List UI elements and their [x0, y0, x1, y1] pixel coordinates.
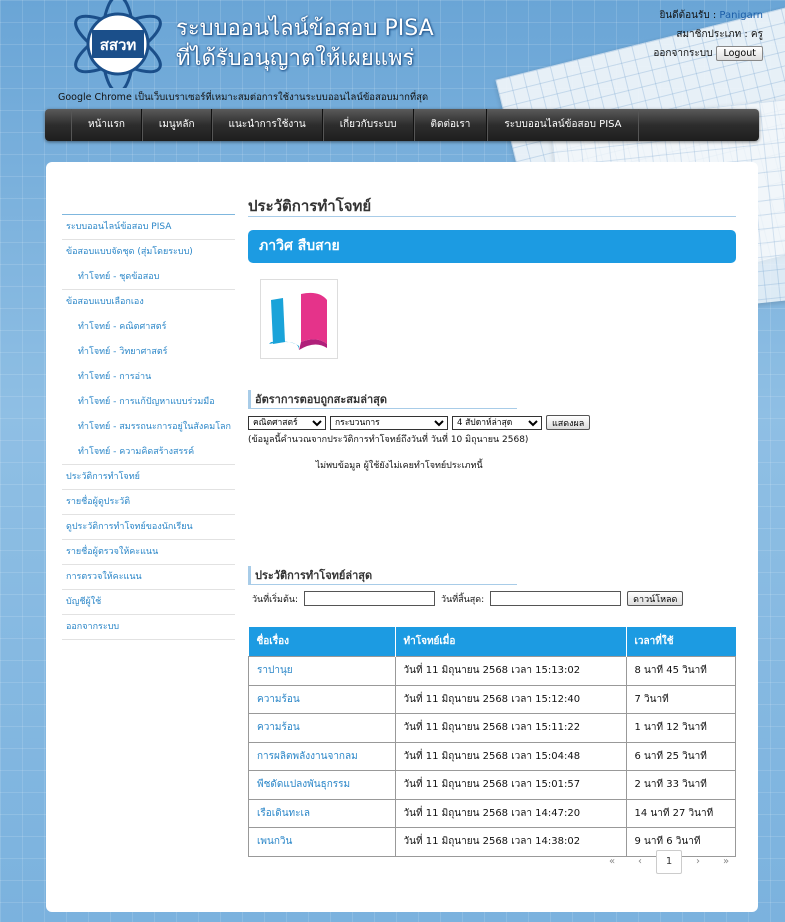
column-header-topic[interactable]: ชื่อเรื่อง — [248, 627, 396, 657]
history-table: ชื่อเรื่อง ทำโจทย์เมื่อ เวลาที่ใช้ ราปาน… — [248, 627, 736, 857]
user-box: ยินดีต้อนรับ : Panigarn สมาชิกประเภท : ค… — [653, 6, 763, 63]
pagination: « ‹ 1 › » — [600, 850, 738, 874]
start-date-input[interactable] — [304, 591, 436, 606]
sidebar-item-do-set[interactable]: ทำโจทย์ - ชุดข้อสอบ — [62, 264, 235, 289]
row-date: วันที่ 11 มิถุนายน 2568 เวลา 15:13:02 — [394, 656, 627, 686]
table-row: พืชดัดแปลงพันธุกรรม วันที่ 11 มิถุนายน 2… — [248, 770, 736, 800]
table-header-row: ชื่อเรื่อง ทำโจทย์เมื่อ เวลาที่ใช้ — [248, 627, 736, 657]
table-row: การผลิตพลังงานจากลม วันที่ 11 มิถุนายน 2… — [248, 741, 736, 771]
row-date: วันที่ 11 มิถุนายน 2568 เวลา 15:01:57 — [394, 770, 627, 800]
page-title: ประวัติการทำโจทย์ — [248, 194, 736, 217]
nav-main-menu[interactable]: เมนูหลัก — [141, 109, 212, 141]
row-duration: 14 นาที 27 วินาที — [625, 798, 736, 828]
history-section: ประวัติการทำโจทย์ล่าสุด วันที่เริ่มต้น: … — [248, 566, 684, 606]
row-topic-link[interactable]: ราปานุย — [248, 656, 396, 686]
accuracy-filters: คณิตศาสตร์ กระบวนการ 4 สัปดาห์ล่าสุด แสด… — [248, 415, 591, 430]
book-logo-icon — [260, 279, 338, 359]
show-result-button[interactable]: แสดงผล — [546, 415, 591, 430]
download-button[interactable]: ดาวน์โหลด — [627, 591, 684, 606]
svg-text:สสวท: สสวท — [100, 36, 137, 54]
site-header: สสวท ระบบออนไลน์ข้อสอบ PISA ที่ได้รับอนุ… — [0, 0, 785, 108]
date-range-row: วันที่เริ่มต้น: วันที่สิ้นสุด: ดาวน์โหลด — [248, 591, 684, 606]
calculation-note: (ข้อมูลนี้คำนวณจากประวัติการทำโจทย์ถึงวั… — [248, 435, 529, 445]
table-row: ความร้อน วันที่ 11 มิถุนายน 2568 เวลา 15… — [248, 684, 736, 714]
table-row: ราปานุย วันที่ 11 มิถุนายน 2568 เวลา 15:… — [248, 656, 736, 686]
row-topic-link[interactable]: พืชดัดแปลงพันธุกรรม — [248, 770, 396, 800]
end-date-input[interactable] — [490, 591, 622, 606]
site-title-line1: ระบบออนไลน์ข้อสอบ PISA — [176, 16, 434, 41]
sidebar: ระบบออนไลน์ข้อสอบ PISA ข้อสอบแบบจัดชุด (… — [62, 214, 235, 640]
table-row: ความร้อน วันที่ 11 มิถุนายน 2568 เวลา 15… — [248, 713, 736, 743]
sidebar-item-history[interactable]: ประวัติการทำโจทย์ — [62, 464, 235, 489]
row-topic-link[interactable]: ความร้อน — [248, 684, 396, 714]
username[interactable]: Panigarn — [719, 10, 763, 21]
row-date: วันที่ 11 มิถุนายน 2568 เวลา 14:38:02 — [394, 827, 627, 857]
sidebar-item-creative-thinking[interactable]: ทำโจทย์ - ความคิดสร้างสรรค์ — [62, 439, 235, 464]
ipst-logo[interactable]: สสวท — [66, 0, 170, 88]
site-title-line2: ที่ได้รับอนุญาตให้เผยแพร่ — [176, 46, 415, 71]
row-topic-link[interactable]: เรือเดินทะเล — [248, 798, 396, 828]
browser-note: Google Chrome เป็นเว็บเบราเซอร์ที่เหมาะส… — [58, 92, 429, 103]
nav-contact[interactable]: ติดต่อเรา — [413, 109, 488, 141]
process-select[interactable]: กระบวนการ — [330, 415, 448, 430]
nav-about[interactable]: เกี่ยวกับระบบ — [322, 109, 414, 141]
nav-guide[interactable]: แนะนำการใช้งาน — [211, 109, 323, 141]
column-header-date[interactable]: ทำโจทย์เมื่อ — [395, 627, 627, 657]
table-row: เรือเดินทะเล วันที่ 11 มิถุนายน 2568 เวล… — [248, 798, 736, 828]
row-duration: 8 นาที 45 วินาที — [625, 656, 736, 686]
row-topic-link[interactable]: ความร้อน — [248, 713, 396, 743]
sidebar-item-science[interactable]: ทำโจทย์ - วิทยาศาสตร์ — [62, 339, 235, 364]
pager-prev[interactable]: ‹ — [628, 851, 652, 873]
end-date-label: วันที่สิ้นสุด: — [441, 594, 485, 605]
nav-home[interactable]: หน้าแรก — [71, 109, 142, 141]
pager-current-page[interactable]: 1 — [656, 850, 682, 874]
logout-button[interactable]: Logout — [716, 46, 763, 61]
sidebar-item-math[interactable]: ทำโจทย์ - คณิตศาสตร์ — [62, 314, 235, 339]
row-duration: 6 นาที 25 วินาที — [625, 741, 736, 771]
welcome-label: ยินดีต้อนรับ : — [659, 10, 717, 21]
start-date-label: วันที่เริ่มต้น: — [252, 594, 299, 605]
column-header-duration[interactable]: เวลาที่ใช้ — [626, 627, 736, 657]
site-title: ระบบออนไลน์ข้อสอบ PISA ที่ได้รับอนุญาตให… — [176, 14, 434, 74]
pager-last[interactable]: » — [714, 851, 738, 873]
row-topic-link[interactable]: เพนกวิน — [248, 827, 396, 857]
row-date: วันที่ 11 มิถุนายน 2568 เวลา 15:12:40 — [394, 684, 627, 714]
sidebar-item-graders[interactable]: รายชื่อผู้ตรวจให้คะแนน — [62, 539, 235, 564]
period-select[interactable]: 4 สัปดาห์ล่าสุด — [452, 415, 542, 430]
history-section-title: ประวัติการทำโจทย์ล่าสุด — [248, 566, 517, 585]
row-date: วันที่ 11 มิถุนายน 2568 เวลา 15:04:48 — [394, 741, 627, 771]
pager-next[interactable]: › — [686, 851, 710, 873]
accuracy-section-title: อัตราการตอบถูกสะสมล่าสุด — [248, 390, 517, 409]
row-duration: 2 นาที 33 วินาที — [625, 770, 736, 800]
member-type: สมาชิกประเภท : ครู — [676, 29, 763, 40]
sidebar-item-random-set[interactable]: ข้อสอบแบบจัดชุด (สุ่มโดยระบบ) — [62, 239, 235, 264]
row-duration: 1 นาที 12 วินาที — [625, 713, 736, 743]
sidebar-item-student-history[interactable]: ดูประวัติการทำโจทย์ของนักเรียน — [62, 514, 235, 539]
sidebar-item-viewers[interactable]: รายชื่อผู้ดูประวัติ — [62, 489, 235, 514]
sidebar-item-logout[interactable]: ออกจากระบบ — [62, 614, 235, 640]
sidebar-item-global-competence[interactable]: ทำโจทย์ - สมรรถนะการอยู่ในสังคมโลก — [62, 414, 235, 439]
sidebar-item-grading[interactable]: การตรวจให้คะแนน — [62, 564, 235, 589]
subject-select[interactable]: คณิตศาสตร์ — [248, 415, 326, 430]
sidebar-item-reading[interactable]: ทำโจทย์ - การอ่าน — [62, 364, 235, 389]
main-content: ประวัติการทำโจทย์ ภาวิศ สืบสาย อัตราการต… — [248, 194, 736, 874]
logout-label: ออกจากระบบ — [653, 48, 713, 59]
sidebar-item-collab-problem[interactable]: ทำโจทย์ - การแก้ปัญหาแบบร่วมมือ — [62, 389, 235, 414]
sidebar-item-pisa-system[interactable]: ระบบออนไลน์ข้อสอบ PISA — [62, 214, 235, 239]
sidebar-item-account[interactable]: บัญชีผู้ใช้ — [62, 589, 235, 614]
no-data-message: ไม่พบข้อมูล ผู้ใช้ยังไม่เคยทำโจทย์ประเภท… — [315, 461, 483, 471]
student-name-bar: ภาวิศ สืบสาย — [248, 230, 736, 263]
accuracy-section: อัตราการตอบถูกสะสมล่าสุด คณิตศาสตร์ กระบ… — [248, 390, 591, 472]
sidebar-item-self-select[interactable]: ข้อสอบแบบเลือกเอง — [62, 289, 235, 314]
top-navigation: หน้าแรก เมนูหลัก แนะนำการใช้งาน เกี่ยวกั… — [45, 109, 759, 141]
row-duration: 7 วินาที — [625, 684, 736, 714]
row-date: วันที่ 11 มิถุนายน 2568 เวลา 15:11:22 — [394, 713, 627, 743]
row-topic-link[interactable]: การผลิตพลังงานจากลม — [248, 741, 396, 771]
row-date: วันที่ 11 มิถุนายน 2568 เวลา 14:47:20 — [394, 798, 627, 828]
pager-first[interactable]: « — [600, 851, 624, 873]
nav-pisa-system[interactable]: ระบบออนไลน์ข้อสอบ PISA — [487, 109, 639, 141]
